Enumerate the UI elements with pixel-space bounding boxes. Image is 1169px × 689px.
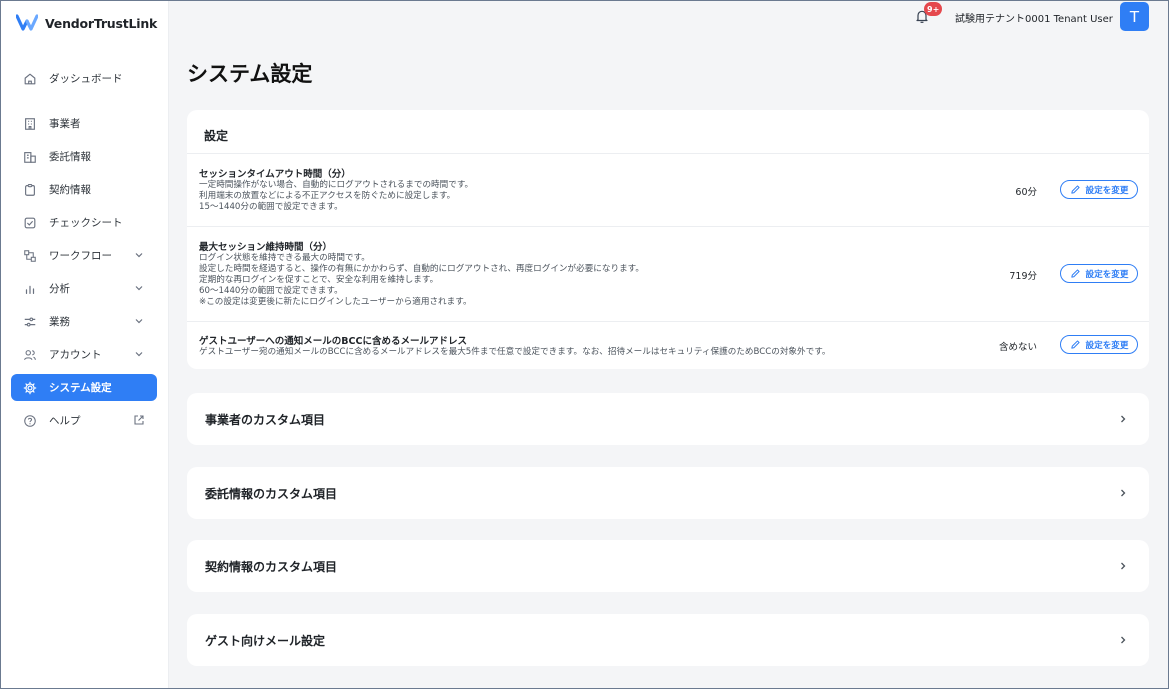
sidebar-item-label: ヘルプ: [49, 415, 81, 427]
sidebar-item-label: 委託情報: [49, 151, 91, 163]
setting-desc-line: 設定した時間を経過すると、操作の有無にかかわらず、自動的にログアウトされ、再度ロ…: [199, 264, 644, 274]
brand-name: VendorTrustLink: [45, 15, 158, 31]
change-setting-label: 設定を変更: [1085, 340, 1129, 351]
bar-chart-icon: [23, 282, 37, 296]
user-name[interactable]: 試験用テナント0001 Tenant User: [955, 10, 1113, 25]
setting-title: ゲストユーザーへの通知メールのBCCに含めるメールアドレス: [199, 336, 467, 347]
checkbox-icon: [23, 216, 37, 230]
clipboard-icon: [23, 183, 37, 197]
tasks-icon: [23, 315, 37, 329]
section-label: 事業者のカスタム項目: [205, 413, 326, 427]
sidebar: VendorTrustLink ダッシュボード 事業者 委託情報 契約情報 チェ…: [0, 0, 169, 689]
sidebar-item-dashboard[interactable]: ダッシュボード: [11, 65, 157, 92]
sidebar-item-label: アカウント: [49, 349, 102, 361]
chevron-down-icon: [135, 286, 143, 291]
section-label: 契約情報のカスタム項目: [205, 560, 338, 574]
setting-desc-line: ログイン状態を維持できる最大の時間です。: [199, 253, 370, 263]
sidebar-item-label: ダッシュボード: [49, 73, 123, 85]
sidebar-item-account[interactable]: アカウント: [11, 341, 157, 368]
vendortrustlink-logo-icon: [16, 14, 38, 31]
setting-row-max-session: 最大セッション維持時間（分） ログイン状態を維持できる最大の時間です。 設定した…: [187, 226, 1149, 321]
sidebar-item-checksheet[interactable]: チェックシート: [11, 209, 157, 236]
sidebar-item-workflow[interactable]: ワークフロー: [11, 242, 157, 269]
setting-desc-line: 一定時間操作がない場合、自動的にログアウトされるまでの時間です。: [199, 180, 474, 190]
sidebar-item-help[interactable]: ヘルプ: [11, 407, 157, 434]
change-setting-button[interactable]: 設定を変更: [1060, 335, 1138, 354]
pencil-icon: [1070, 340, 1080, 349]
setting-desc-line: 利用端末の放置などによる不正アクセスを防ぐために設定します。: [199, 191, 456, 201]
external-link-icon: [134, 415, 144, 425]
sidebar-item-analysis[interactable]: 分析: [11, 275, 157, 302]
setting-desc-line: ゲストユーザー宛の通知メールのBCCに含めるメールアドレスを最大5件まで任意で設…: [199, 347, 831, 357]
sidebar-item-label: ワークフロー: [49, 250, 112, 262]
brand-logo[interactable]: VendorTrustLink: [16, 12, 157, 34]
chevron-right-icon: [1121, 415, 1126, 423]
chevron-right-icon: [1121, 636, 1126, 644]
page-title: システム設定: [187, 62, 313, 86]
setting-title: セッションタイムアウト時間（分）: [199, 169, 351, 180]
pencil-icon: [1070, 269, 1080, 278]
chevron-down-icon: [135, 352, 143, 357]
avatar[interactable]: T: [1120, 2, 1149, 31]
sidebar-item-system-settings[interactable]: システム設定: [11, 374, 157, 401]
change-setting-label: 設定を変更: [1085, 185, 1129, 196]
section-label: ゲスト向けメール設定: [205, 634, 326, 648]
change-setting-button[interactable]: 設定を変更: [1060, 264, 1138, 283]
gear-icon: [23, 381, 37, 395]
setting-desc-line: 60〜1440分の範囲で設定できます。: [199, 286, 343, 296]
users-icon: [23, 348, 37, 362]
setting-row-session-timeout: セッションタイムアウト時間（分） 一定時間操作がない場合、自動的にログアウトされ…: [187, 153, 1149, 226]
chevron-right-icon: [1121, 489, 1126, 497]
help-icon: [23, 414, 37, 428]
settings-card: 設定 セッションタイムアウト時間（分） 一定時間操作がない場合、自動的にログアウ…: [187, 110, 1149, 369]
sidebar-item-vendors[interactable]: 事業者: [11, 110, 157, 137]
building-icon: [23, 117, 37, 131]
setting-title: 最大セッション維持時間（分）: [199, 242, 333, 253]
section-outsourcing-custom-fields[interactable]: 委託情報のカスタム項目: [187, 467, 1149, 519]
settings-heading: 設定: [204, 129, 229, 143]
setting-row-guest-bcc: ゲストユーザーへの通知メールのBCCに含めるメールアドレス ゲストユーザー宛の通…: [187, 321, 1149, 369]
sidebar-item-contracts[interactable]: 契約情報: [11, 176, 157, 203]
pencil-icon: [1070, 185, 1080, 194]
office-icon: [23, 150, 37, 164]
setting-value: 719分: [1009, 271, 1037, 282]
section-contract-custom-fields[interactable]: 契約情報のカスタム項目: [187, 540, 1149, 592]
sidebar-item-label: 業務: [49, 316, 70, 328]
setting-value: 含めない: [998, 342, 1037, 353]
section-vendor-custom-fields[interactable]: 事業者のカスタム項目: [187, 393, 1149, 445]
section-guest-mail-settings[interactable]: ゲスト向けメール設定: [187, 614, 1149, 666]
workflow-icon: [23, 249, 37, 263]
chevron-right-icon: [1121, 562, 1126, 570]
home-icon: [23, 72, 37, 86]
notification-badge: 9+: [924, 2, 943, 16]
sidebar-item-label: 事業者: [49, 118, 81, 130]
setting-value: 60分: [1015, 187, 1037, 198]
change-setting-button[interactable]: 設定を変更: [1060, 180, 1138, 199]
chevron-down-icon: [135, 319, 143, 324]
sidebar-item-label: チェックシート: [49, 217, 123, 229]
setting-desc-line: ※この設定は変更後に新たにログインしたユーザーから適用されます。: [199, 297, 472, 307]
chevron-down-icon: [135, 253, 143, 258]
sidebar-item-label: システム設定: [49, 382, 112, 394]
section-label: 委託情報のカスタム項目: [205, 487, 338, 501]
setting-desc-line: 15〜1440分の範囲で設定できます。: [199, 202, 343, 212]
sidebar-item-label: 分析: [49, 283, 70, 295]
sidebar-item-outsourcing[interactable]: 委託情報: [11, 143, 157, 170]
change-setting-label: 設定を変更: [1085, 269, 1129, 280]
sidebar-item-tasks[interactable]: 業務: [11, 308, 157, 335]
sidebar-item-label: 契約情報: [49, 184, 91, 196]
setting-desc-line: 定期的な再ログインを促すことで、安全な利用を維持します。: [199, 275, 439, 285]
